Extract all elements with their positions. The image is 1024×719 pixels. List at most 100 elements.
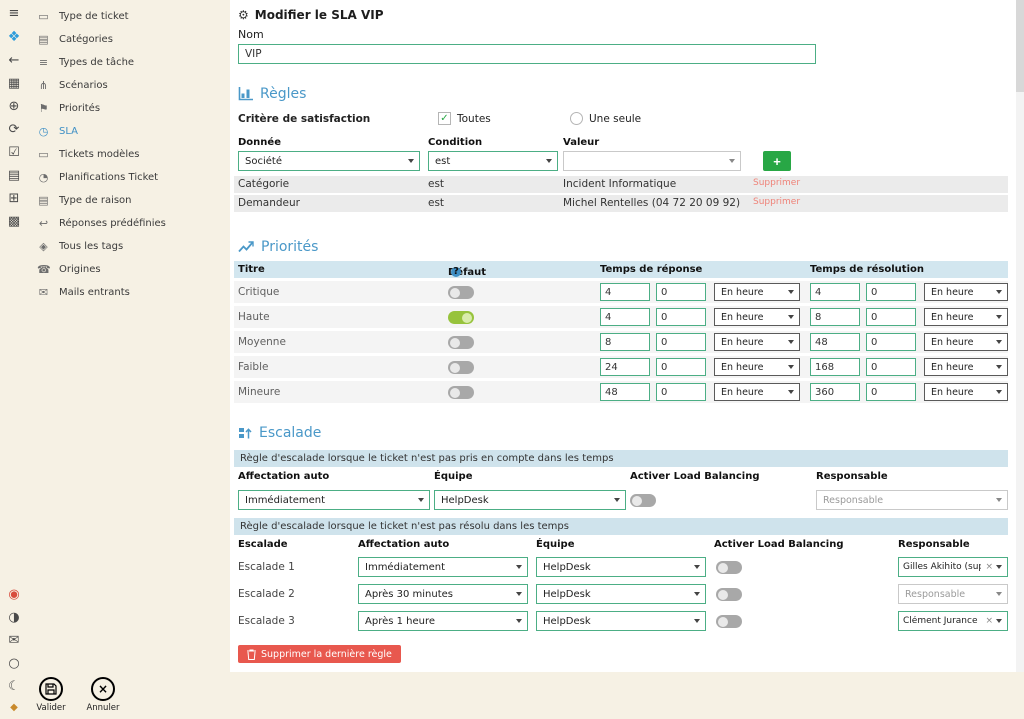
resolution-unit-select[interactable]: En heure <box>924 308 1008 326</box>
docs-icon[interactable]: ◑ <box>8 611 19 624</box>
modules-icon[interactable]: ▦ <box>8 77 20 90</box>
remove-tag-icon[interactable]: × <box>985 562 993 572</box>
default-toggle[interactable] <box>448 286 474 299</box>
response-minutes-input[interactable] <box>656 358 706 376</box>
default-toggle[interactable] <box>448 386 474 399</box>
load-balancing-toggle[interactable] <box>716 588 742 601</box>
responsable-select[interactable]: Responsable <box>816 490 1008 510</box>
response-unit-select[interactable]: En heure <box>714 383 800 401</box>
sidebar-item-type-de-ticket[interactable]: ▭ Type de ticket <box>28 5 230 28</box>
add-rule-button[interactable]: + <box>763 151 791 171</box>
delete-last-rule-button[interactable]: Supprimer la dernière règle <box>238 645 401 663</box>
load-balancing-toggle[interactable] <box>716 615 742 628</box>
sidebar-item-sla[interactable]: ◷ SLA <box>28 120 230 143</box>
chat-icon[interactable]: ○ <box>8 657 19 670</box>
response-unit-select[interactable]: En heure <box>714 283 800 301</box>
sidebar-item-tous-les-tags[interactable]: ◈ Tous les tags <box>28 235 230 258</box>
apps-icon[interactable]: ▤ <box>8 169 20 182</box>
response-hours-input[interactable] <box>600 358 650 376</box>
sidebar-item-tickets-modeles[interactable]: ▭ Tickets modèles <box>28 143 230 166</box>
resolution-hours-input[interactable] <box>810 308 860 326</box>
donnee-select[interactable]: Société <box>238 151 420 171</box>
equipe-select[interactable]: HelpDesk <box>536 557 706 577</box>
condition-select[interactable]: est <box>428 151 558 171</box>
sidebar-item-scenarios[interactable]: ⋔ Scénarios <box>28 74 230 97</box>
affectation-auto-select[interactable]: Immédiatement <box>358 557 528 577</box>
resolution-unit-select[interactable]: En heure <box>924 358 1008 376</box>
sidebar-item-types-de-tache[interactable]: ≡ Types de tâche <box>28 51 230 74</box>
validate-icon[interactable]: ☑ <box>8 146 20 159</box>
response-minutes-input[interactable] <box>656 283 706 301</box>
add-icon[interactable]: ⊕ <box>9 100 20 113</box>
response-minutes-input[interactable] <box>656 308 706 326</box>
resolution-minutes-input[interactable] <box>866 358 916 376</box>
resolution-hours-input[interactable] <box>810 333 860 351</box>
response-minutes-input[interactable] <box>656 383 706 401</box>
resolution-unit-select[interactable]: En heure <box>924 383 1008 401</box>
responsable-select[interactable]: Gilles Akihito (superviseur) × <box>898 557 1008 577</box>
beta-icon[interactable]: ◆ <box>10 703 18 713</box>
sla-name-input[interactable] <box>238 44 816 64</box>
valeur-select[interactable] <box>563 151 741 171</box>
cancel-button[interactable]: × Annuler <box>76 677 130 713</box>
option-toutes[interactable]: ✓ Toutes <box>438 112 491 125</box>
affectation-auto-select[interactable]: Après 30 minutes <box>358 584 528 604</box>
resolution-unit-select[interactable]: En heure <box>924 333 1008 351</box>
equipe-select[interactable]: HelpDesk <box>536 611 706 631</box>
default-toggle[interactable] <box>448 336 474 349</box>
info-icon[interactable]: ? <box>451 267 461 277</box>
affectation-auto-select[interactable]: Après 1 heure <box>358 611 528 631</box>
scrollbar-thumb[interactable] <box>1016 0 1024 92</box>
response-hours-input[interactable] <box>600 383 650 401</box>
resolution-unit-select[interactable]: En heure <box>924 283 1008 301</box>
response-hours-input[interactable] <box>600 308 650 326</box>
response-hours-input[interactable] <box>600 333 650 351</box>
default-toggle[interactable] <box>448 361 474 374</box>
remove-tag-icon[interactable]: × <box>985 616 993 626</box>
response-minutes-input[interactable] <box>656 333 706 351</box>
sidebar-item-origines[interactable]: ☎ Origines <box>28 258 230 281</box>
checkbox-checked-icon[interactable]: ✓ <box>438 112 451 125</box>
affectation-auto-select[interactable]: Immédiatement <box>238 490 430 510</box>
support-icon[interactable]: ◉ <box>8 588 19 601</box>
default-toggle[interactable] <box>448 311 474 324</box>
equipe-select[interactable]: HelpDesk <box>536 584 706 604</box>
sidebar-item-categories[interactable]: ▤ Catégories <box>28 28 230 51</box>
mailbox-icon[interactable]: ✉ <box>9 634 20 647</box>
delete-rule-link[interactable]: Supprimer <box>753 197 800 207</box>
delete-rule-link[interactable]: Supprimer <box>753 178 800 188</box>
response-unit-select[interactable]: En heure <box>714 333 800 351</box>
resolution-minutes-input[interactable] <box>866 283 916 301</box>
menu-icon[interactable]: ≡ <box>9 7 20 20</box>
resolution-hours-input[interactable] <box>810 383 860 401</box>
responsable-placeholder: Responsable <box>823 495 883 506</box>
resolution-hours-input[interactable] <box>810 283 860 301</box>
responsable-select[interactable]: Clément Jurance (agent) × <box>898 611 1008 631</box>
resolution-minutes-input[interactable] <box>866 308 916 326</box>
scrollbar[interactable] <box>1016 0 1024 672</box>
resolution-hours-input[interactable] <box>810 358 860 376</box>
cart-icon[interactable]: ⊞ <box>9 192 20 205</box>
sync-icon[interactable]: ⟳ <box>9 123 20 136</box>
responsable-select[interactable]: Responsable <box>898 584 1008 604</box>
sidebar-item-mails-entrants[interactable]: ✉ Mails entrants <box>28 281 230 304</box>
sidebar-item-priorites[interactable]: ⚑ Priorités <box>28 97 230 120</box>
load-balancing-toggle[interactable] <box>630 494 656 507</box>
theme-icon[interactable]: ☾ <box>8 680 20 693</box>
sidebar-item-type-de-raison[interactable]: ▤ Type de raison <box>28 189 230 212</box>
equipe-select[interactable]: HelpDesk <box>434 490 626 510</box>
load-balancing-toggle[interactable] <box>716 561 742 574</box>
sidebar-item-reponses-predefinies[interactable]: ↩ Réponses prédéfinies <box>28 212 230 235</box>
radio-unchecked-icon[interactable] <box>570 112 583 125</box>
resolution-minutes-input[interactable] <box>866 333 916 351</box>
response-hours-input[interactable] <box>600 283 650 301</box>
response-unit-select[interactable]: En heure <box>714 358 800 376</box>
resolution-minutes-input[interactable] <box>866 383 916 401</box>
validate-button[interactable]: Valider <box>24 677 78 713</box>
grid-icon[interactable]: ▩ <box>8 215 20 228</box>
option-une-seule[interactable]: Une seule <box>570 112 641 125</box>
back-icon[interactable]: ← <box>9 54 20 67</box>
response-unit-select[interactable]: En heure <box>714 308 800 326</box>
sidebar-item-planifications-ticket[interactable]: ◔ Planifications Ticket <box>28 166 230 189</box>
app-logo-icon[interactable]: ❖ <box>8 30 21 44</box>
